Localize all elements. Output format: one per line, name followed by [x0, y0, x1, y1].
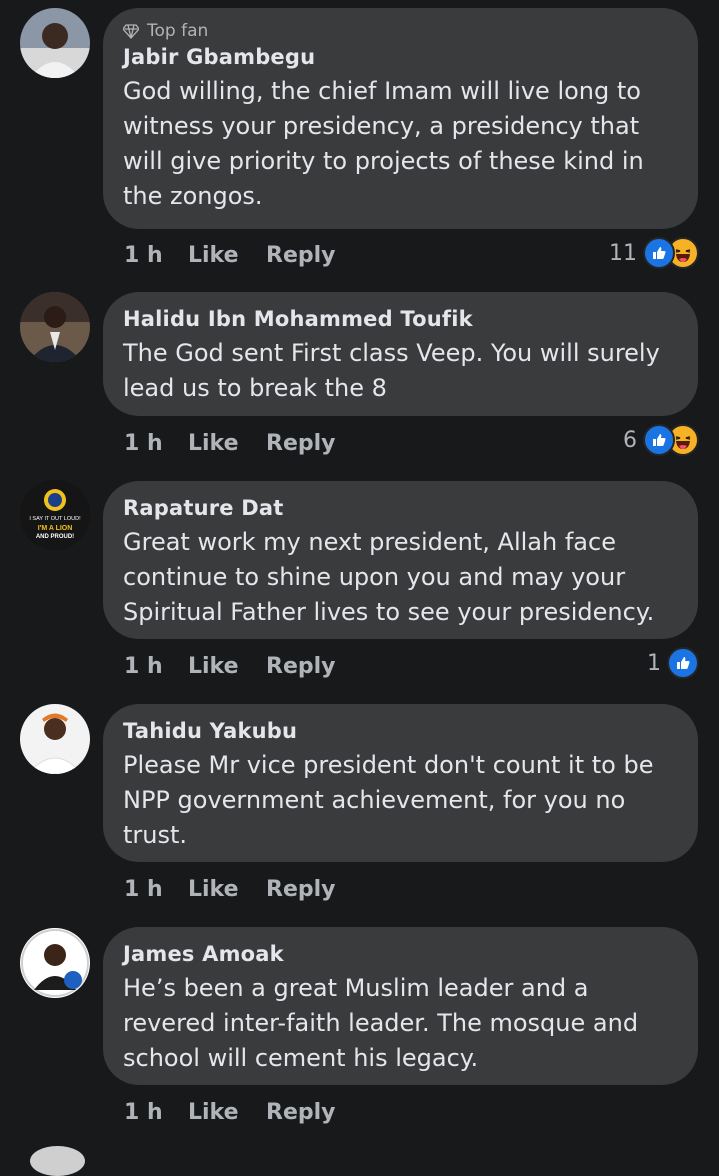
comment-actions: 1 h Like Reply: [124, 1097, 336, 1127]
like-button[interactable]: Like: [188, 431, 266, 456]
reply-button[interactable]: Reply: [266, 877, 336, 902]
comment-bubble: Top fan Jabir Gbambegu God willing, the …: [103, 8, 698, 229]
diamond-icon: [123, 24, 139, 39]
comment-time[interactable]: 1 h: [124, 654, 188, 679]
reaction-count: 1: [647, 650, 661, 676]
avatar[interactable]: [20, 292, 90, 362]
comment-time[interactable]: 1 h: [124, 431, 188, 456]
avatar-badge-text: I'M A LION: [38, 525, 73, 532]
comment-text: Please Mr vice president don't count it …: [123, 751, 654, 849]
like-button[interactable]: Like: [188, 1100, 266, 1125]
like-icon: [667, 647, 699, 679]
top-fan-badge: Top fan: [123, 20, 678, 42]
comment-actions: 1 h Like Reply: [124, 240, 336, 270]
reply-button[interactable]: Reply: [266, 243, 336, 268]
comment-text: The God sent First class Veep. You will …: [123, 339, 660, 402]
reply-button[interactable]: Reply: [266, 654, 336, 679]
like-button[interactable]: Like: [188, 243, 266, 268]
like-button[interactable]: Like: [188, 654, 266, 679]
comment-author[interactable]: Rapature Dat: [123, 493, 678, 523]
comment-author[interactable]: Halidu Ibn Mohammed Toufik: [123, 304, 678, 334]
reply-button[interactable]: Reply: [266, 1100, 336, 1125]
comment-bubble: Rapature Dat Great work my next presiden…: [103, 481, 698, 639]
like-button[interactable]: Like: [188, 877, 266, 902]
avatar[interactable]: [20, 8, 90, 78]
reactions-summary[interactable]: 6: [623, 424, 699, 456]
like-icon: [643, 237, 675, 269]
avatar[interactable]: [20, 928, 90, 998]
avatar-badge-text: I SAY IT OUT LOUD!: [29, 516, 81, 522]
comment-bubble: Halidu Ibn Mohammed Toufik The God sent …: [103, 292, 698, 416]
comment-author[interactable]: James Amoak: [123, 939, 678, 969]
comment-time[interactable]: 1 h: [124, 243, 188, 268]
comment-text: Great work my next president, Allah face…: [123, 528, 655, 626]
comment-actions: 1 h Like Reply: [124, 874, 336, 904]
comment-text: He’s been a great Muslim leader and a re…: [123, 974, 639, 1072]
avatar[interactable]: [30, 1146, 85, 1176]
reactions-summary[interactable]: 11: [609, 237, 699, 269]
reactions-summary[interactable]: 1: [647, 647, 699, 679]
comment-time[interactable]: 1 h: [124, 877, 188, 902]
reaction-count: 6: [623, 427, 637, 453]
comment-bubble: Tahidu Yakubu Please Mr vice president d…: [103, 704, 698, 862]
comment-bubble: James Amoak He’s been a great Muslim lea…: [103, 927, 698, 1085]
comment-author[interactable]: Tahidu Yakubu: [123, 716, 678, 746]
comment-actions: 1 h Like Reply: [124, 651, 336, 681]
badge-label: Top fan: [147, 21, 209, 41]
comment-text: God willing, the chief Imam will live lo…: [123, 77, 644, 210]
reaction-count: 11: [609, 240, 637, 266]
reply-button[interactable]: Reply: [266, 431, 336, 456]
avatar[interactable]: [20, 704, 90, 774]
comment-actions: 1 h Like Reply: [124, 428, 336, 458]
like-icon: [643, 424, 675, 456]
avatar-badge-text: AND PROUD!: [36, 534, 74, 540]
comment-author[interactable]: Jabir Gbambegu: [123, 42, 678, 72]
avatar[interactable]: I SAY IT OUT LOUD! I'M A LION AND PROUD!: [20, 480, 90, 550]
comment-time[interactable]: 1 h: [124, 1100, 188, 1125]
